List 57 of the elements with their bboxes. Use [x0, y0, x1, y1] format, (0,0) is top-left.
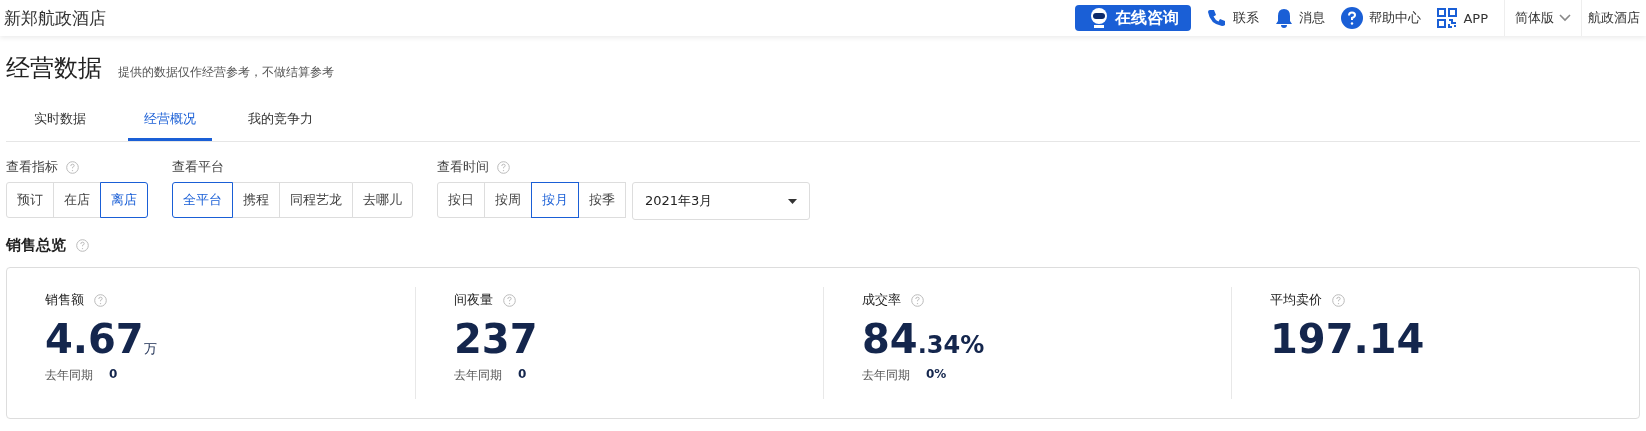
filter-option[interactable]: 按周: [484, 182, 532, 218]
compare-label: 去年同期: [862, 367, 910, 384]
filter-option[interactable]: 按日: [437, 182, 485, 218]
page-subtitle: 提供的数据仅作经营参考，不做结算参考: [118, 64, 334, 81]
robot-icon: [1089, 7, 1110, 29]
header-link[interactable]: 消息: [1275, 8, 1326, 28]
metric-value: 237: [454, 317, 538, 361]
hotel-name: 新郑航政酒店: [4, 6, 106, 30]
compare-label: 去年同期: [45, 367, 93, 384]
metric-unit: .34%: [917, 331, 985, 359]
header-link[interactable]: 帮助中心: [1341, 7, 1422, 29]
metric-value: 197.14: [1270, 317, 1425, 361]
filter-label: 查看时间: [437, 158, 489, 176]
tab[interactable]: 经营概况: [128, 102, 212, 141]
help-icon: [911, 293, 924, 307]
filter-label: 查看指标: [6, 158, 58, 176]
qr-code-icon: [1437, 8, 1458, 28]
compare-label: 去年同期: [454, 367, 502, 384]
help-icon: [1341, 7, 1364, 29]
compare-value: 0%: [926, 367, 947, 383]
filter-option[interactable]: 离店: [100, 182, 148, 218]
metric-value: 4.67: [45, 317, 144, 361]
caret-down-icon: [788, 198, 797, 204]
filter-option[interactable]: 携程: [232, 182, 280, 218]
phone-icon: [1207, 8, 1228, 28]
filter-option[interactable]: 在店: [53, 182, 101, 218]
page-title: 经营数据: [6, 53, 102, 84]
metric-label: 间夜量: [454, 291, 493, 309]
metric-label: 销售额: [45, 291, 84, 309]
month-dropdown[interactable]: 2021年3月: [632, 182, 810, 220]
help-icon: [94, 293, 107, 307]
help-icon: [1332, 293, 1345, 307]
tab[interactable]: 我的竞争力: [238, 102, 322, 141]
compare-value: 0: [109, 367, 118, 383]
metric-label: 成交率: [862, 291, 901, 309]
version-menu[interactable]: 简体版: [1504, 0, 1582, 36]
help-icon: [503, 293, 516, 307]
metric-label: 平均卖价: [1270, 291, 1322, 309]
filter-option[interactable]: 去哪儿: [352, 182, 413, 218]
header-link[interactable]: 联系: [1207, 8, 1260, 28]
section-title: 销售总览: [6, 236, 66, 255]
account-link[interactable]: 航政酒店: [1582, 9, 1646, 27]
metric-value: 84: [862, 317, 918, 361]
filter-option[interactable]: 同程艺龙: [279, 182, 353, 218]
help-icon: [76, 239, 89, 252]
online-consult-button[interactable]: 在线咨询: [1075, 5, 1192, 31]
chevron-down-icon: [1559, 14, 1571, 22]
filter-option[interactable]: 按季: [578, 182, 626, 218]
filter-option[interactable]: 按月: [531, 182, 579, 218]
metric-unit: 万: [143, 341, 157, 358]
filter-option[interactable]: 全平台: [172, 182, 233, 218]
filter-option[interactable]: 预订: [6, 182, 54, 218]
bell-icon: [1275, 8, 1294, 28]
compare-value: 0: [518, 367, 527, 383]
header-link[interactable]: APP: [1437, 8, 1488, 28]
filter-label: 查看平台: [172, 158, 224, 176]
tab[interactable]: 实时数据: [18, 102, 102, 141]
